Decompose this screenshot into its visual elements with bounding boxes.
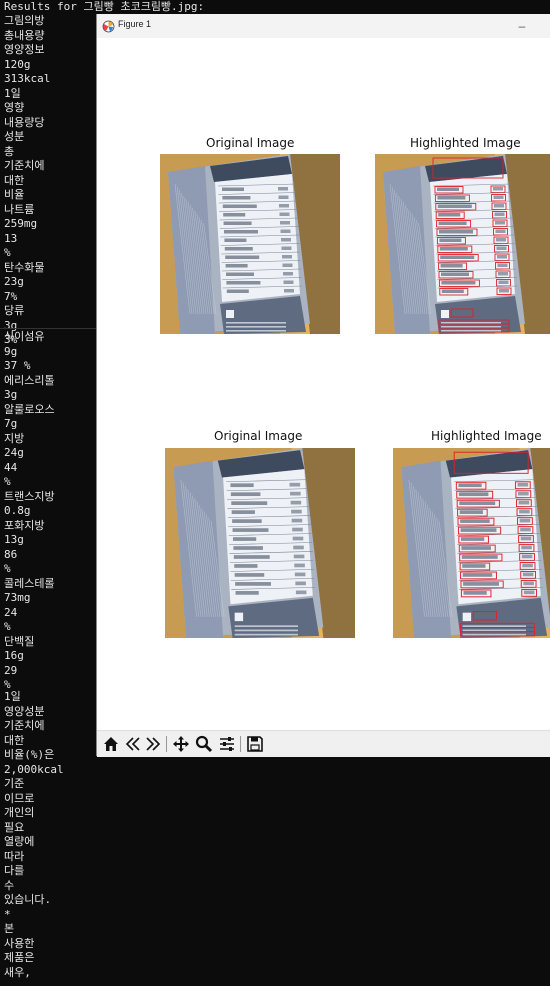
row1-left-title: Original Image: [206, 136, 295, 150]
terminal-line: 지방: [4, 431, 25, 445]
save-icon[interactable]: [245, 734, 265, 754]
minimize-button[interactable]: –: [512, 17, 532, 35]
terminal-line: 13g: [4, 533, 24, 546]
terminal-line: %: [4, 562, 11, 575]
terminal-line: 29: [4, 663, 18, 677]
terminal-line: 기준치에: [4, 719, 45, 732]
terminal-output-column-3: 1일 영양성분 기준치에 대한 비율(%)은 2,000kcal 기준 이므로 개인의 필요 열량에…: [4, 690, 64, 980]
terminal-line: 이므로: [4, 791, 35, 805]
zoom-icon[interactable]: [194, 734, 214, 754]
row1-original-image: [160, 154, 340, 334]
terminal-line: 내용량당: [4, 115, 45, 129]
row2-right-title: Highlighted Image: [431, 429, 542, 443]
terminal-line: 7%: [4, 289, 18, 303]
toolbar-separator: [166, 736, 167, 752]
terminal-line: 24g: [4, 446, 24, 459]
terminal-divider: [0, 328, 97, 329]
terminal-line: 그림의방: [4, 14, 45, 27]
terminal-line: 성분: [4, 130, 25, 143]
terminal-line: 37 %: [4, 359, 31, 372]
back-icon[interactable]: [123, 734, 143, 754]
terminal-output-column-2: 식이섬유 9g 37 % 에리스리톨 3g 알룰로오스 7g 지방 24g 44% 트랜스지방 0.8…: [4, 330, 55, 693]
forward-icon[interactable]: [143, 734, 163, 754]
window-title: Figure 1: [118, 19, 152, 29]
terminal-line: 24: [4, 605, 18, 619]
terminal-line: 다를: [4, 864, 25, 877]
terminal-line: 개인의: [4, 806, 35, 819]
terminal-line: 대한: [4, 733, 25, 747]
terminal-line: 영향: [4, 101, 25, 114]
terminal-line: 식이섬유: [4, 330, 45, 343]
terminal-line: 기준: [4, 777, 25, 790]
terminal-line: 영양성분: [4, 704, 45, 718]
terminal-line: 탄수화물: [4, 260, 45, 274]
terminal-line: 당류: [4, 304, 25, 317]
terminal-line: %: [4, 475, 11, 488]
terminal-line: 있습니다.: [4, 893, 52, 906]
terminal-line: 본: [4, 922, 15, 935]
terminal-line: 73mg: [4, 591, 31, 604]
terminal-line: 제품은: [4, 951, 35, 964]
figure-toolbar: [97, 730, 550, 757]
terminal-line: 23g: [4, 275, 24, 288]
row2-left-title: Original Image: [214, 429, 303, 443]
row1-highlighted-image: [375, 154, 550, 334]
terminal-line: 콜레스테롤: [4, 576, 55, 590]
terminal-line: 120g: [4, 57, 31, 71]
terminal-line: 수: [4, 878, 15, 892]
terminal-line: 44: [4, 460, 18, 474]
terminal-line: 1일: [4, 86, 21, 100]
terminal-line: %: [4, 620, 11, 633]
row2-highlighted-image: [393, 448, 550, 638]
toolbar-separator: [240, 736, 241, 752]
home-icon[interactable]: [101, 734, 121, 754]
terminal-line: 필요: [4, 820, 25, 834]
terminal-line: 313kcal: [4, 72, 51, 85]
terminal-output-column-1: 그림의방 총내용량 영양정보 120g 313kcal 1일 영향 내용량당 성분 총 기준치에 대한…: [4, 14, 50, 348]
row2-original-image: [165, 448, 355, 638]
terminal-line: 총: [4, 144, 15, 158]
terminal-line: 7g: [4, 417, 18, 430]
window-titlebar[interactable]: Figure 1 –: [97, 14, 550, 38]
terminal-line: 2,000kcal: [4, 762, 64, 776]
terminal-line: 259mg: [4, 217, 38, 230]
terminal-line: 포화지방: [4, 518, 45, 532]
terminal-line: 기준치에: [4, 159, 45, 172]
terminal-line: 비율(%)은: [4, 748, 55, 761]
terminal-line: 영양정보: [4, 43, 45, 56]
terminal-line: 16g: [4, 649, 24, 662]
pan-icon[interactable]: [171, 734, 191, 754]
terminal-line: 열량에: [4, 835, 35, 848]
terminal-line: %: [4, 246, 11, 259]
terminal-line: 86: [4, 547, 18, 561]
terminal-line: 3g: [4, 388, 18, 401]
terminal-line: 에리스리톨: [4, 373, 55, 387]
terminal-line: 1일: [4, 690, 21, 703]
matplotlib-app-icon: [102, 20, 115, 33]
terminal-line: 대한: [4, 173, 25, 187]
terminal-line: 따라: [4, 849, 25, 863]
terminal-line: 나트륨: [4, 202, 35, 216]
figure-window: Figure 1 – Original Image Highlighted Im…: [97, 14, 550, 757]
row1-right-title: Highlighted Image: [410, 136, 521, 150]
terminal-line: *: [4, 907, 11, 921]
terminal-line: 9g: [4, 344, 18, 358]
terminal-line: 13: [4, 231, 18, 245]
terminal-header: Results for 그림빵 초코크림빵.jpg:: [4, 0, 205, 13]
terminal-line: 사용한: [4, 936, 35, 950]
terminal-line: 비율: [4, 188, 25, 201]
configure-icon[interactable]: [217, 734, 237, 754]
terminal-line: 단백질: [4, 634, 35, 648]
terminal-line: 새우,: [4, 965, 31, 979]
terminal-line: 트랜스지방: [4, 489, 55, 503]
terminal-line: 알룰로오스: [4, 402, 55, 416]
terminal-line: 0.8g: [4, 504, 31, 517]
figure-canvas[interactable]: Original Image Highlighted Image Origina…: [97, 38, 550, 730]
terminal-line: 총내용량: [4, 28, 45, 42]
